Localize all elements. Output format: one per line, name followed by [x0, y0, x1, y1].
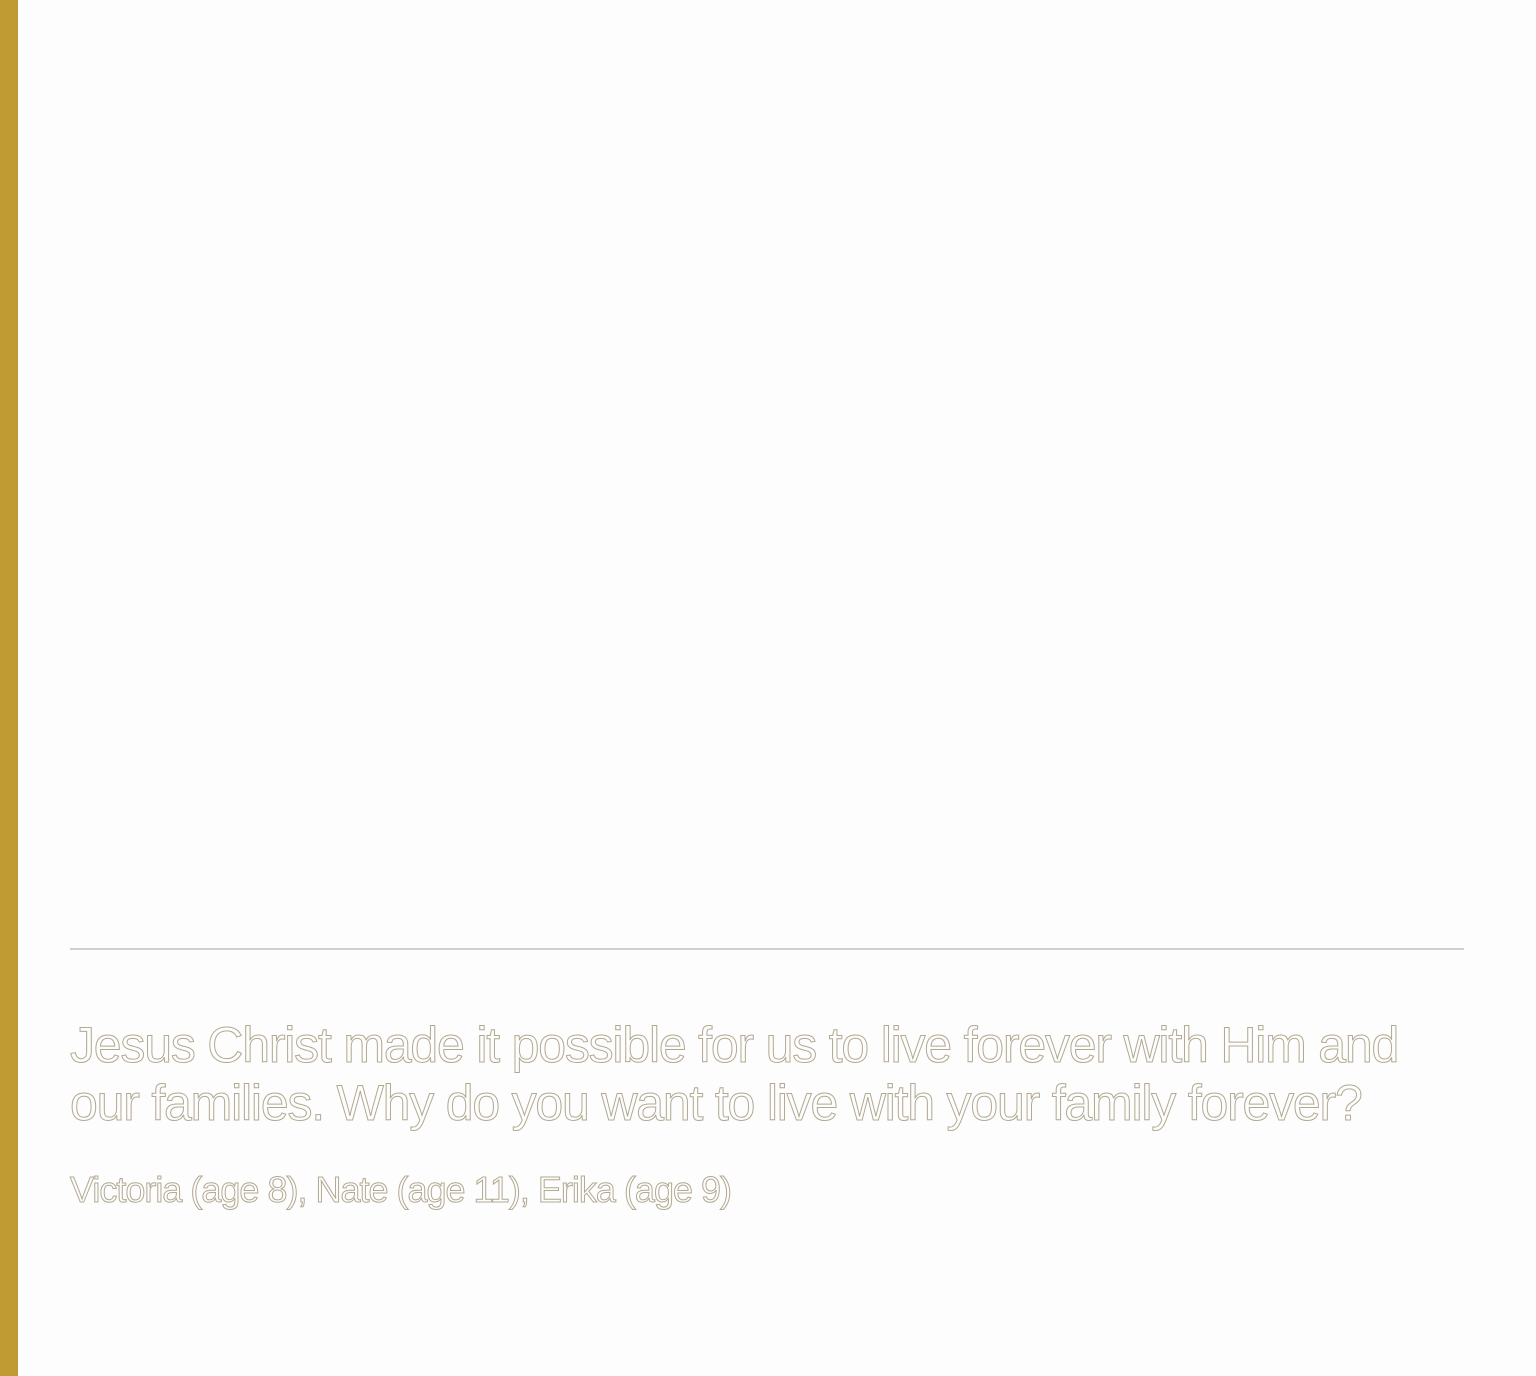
- author-credits: Victoria (age 8), Nate (age 11), Erika (…: [70, 1169, 733, 1211]
- section-divider: [70, 948, 1464, 950]
- page: Jesus Christ made it possible for us to …: [0, 0, 1536, 1376]
- gold-accent-bar: [0, 0, 18, 1376]
- question-text: Jesus Christ made it possible for us to …: [70, 1017, 1400, 1132]
